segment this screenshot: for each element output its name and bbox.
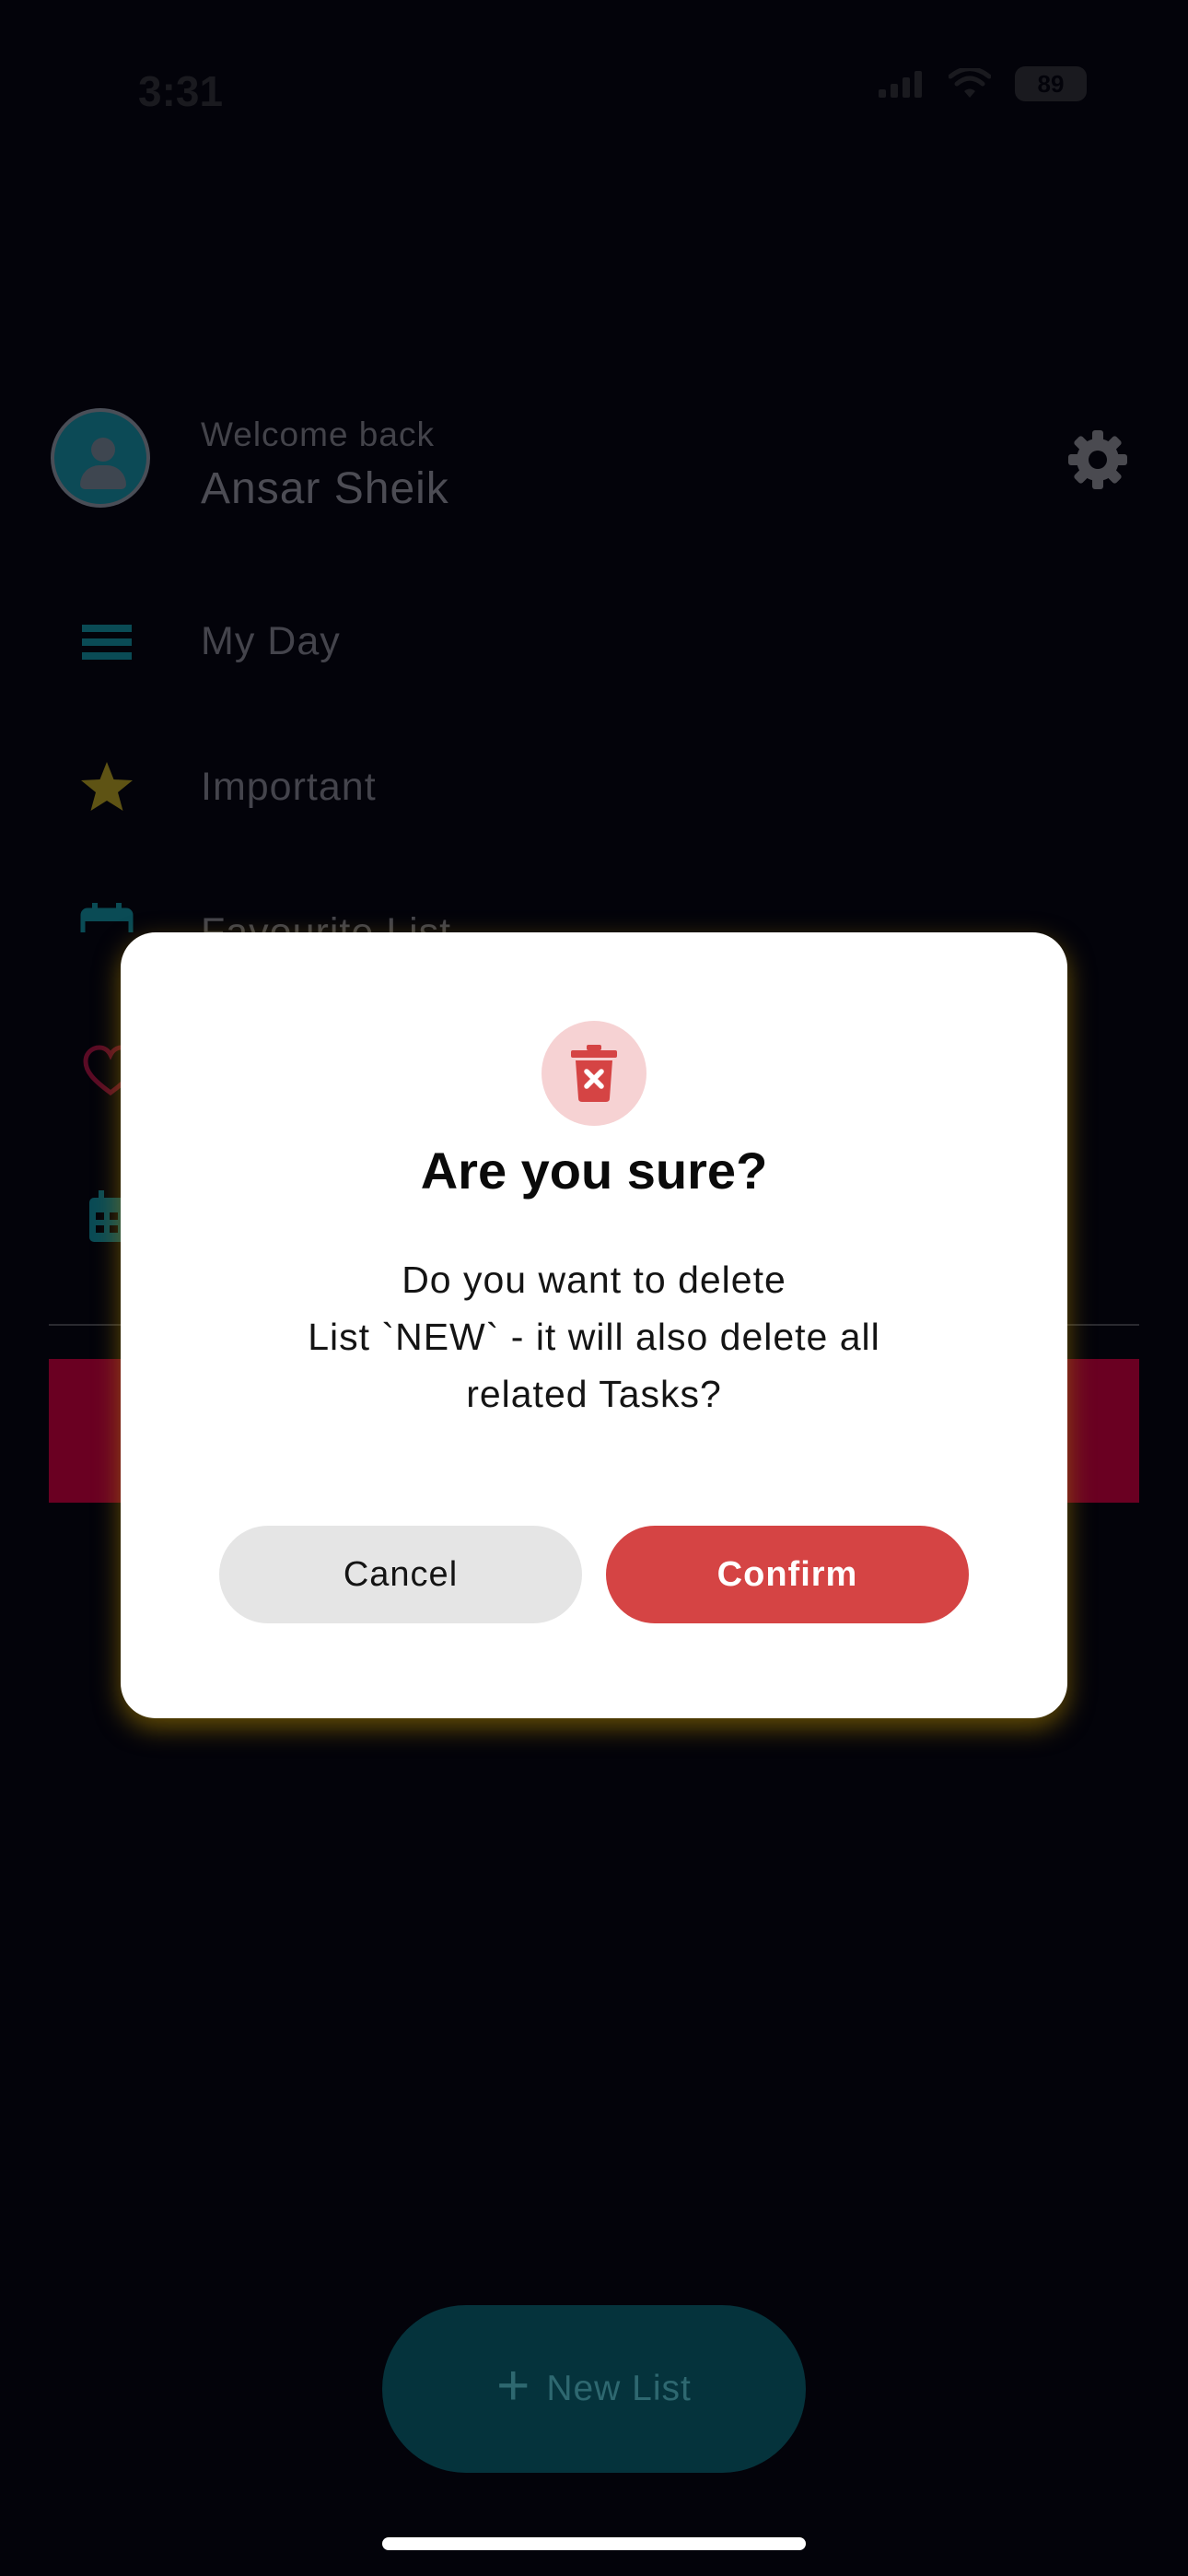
dialog-message-line: related Tasks?	[466, 1373, 722, 1415]
dialog-message-line: Do you want to delete	[402, 1259, 786, 1301]
menu-item-label: My Day	[201, 619, 341, 663]
star-icon	[81, 762, 133, 811]
menu-item-my-day[interactable]: My Day	[51, 595, 1137, 687]
gear-icon[interactable]	[1065, 427, 1131, 493]
dialog-message-line: List `NEW` - it will also delete all	[308, 1316, 880, 1358]
wifi-icon	[949, 68, 991, 98]
signal-icon	[879, 70, 925, 98]
battery-indicator: 89	[1015, 66, 1087, 101]
drawer-header: Welcome back Ansar Sheik	[51, 408, 1137, 513]
menu-item-important[interactable]: Important	[51, 741, 1137, 833]
screen: 3:31 89 Welcome back Ansar Sheik My Day …	[0, 0, 1188, 2576]
cancel-button[interactable]: Cancel	[219, 1526, 582, 1623]
welcome-text: Welcome back	[201, 416, 435, 453]
menu-item-favourites[interactable]	[51, 1025, 121, 1117]
home-indicator[interactable]	[382, 2537, 806, 2550]
menu-item-label: Favourite List	[201, 910, 452, 932]
trash-icon	[571, 1045, 617, 1102]
heart-icon	[83, 1045, 121, 1096]
plus-icon: +	[496, 2354, 530, 2418]
calendar-grid-icon	[89, 1190, 121, 1242]
new-list-button[interactable]: + New List	[382, 2305, 806, 2473]
confirm-delete-dialog: Are you sure? Do you want to delete List…	[121, 932, 1067, 1718]
status-time: 3:31	[138, 67, 224, 115]
list-icon	[82, 625, 132, 660]
confirm-button[interactable]: Confirm	[606, 1526, 969, 1623]
avatar[interactable]	[51, 408, 150, 508]
user-name: Ansar Sheik	[201, 464, 449, 513]
calendar-icon	[80, 903, 134, 932]
menu-item-label: Important	[201, 765, 377, 809]
menu-item-favourite-list[interactable]: Favourite List	[51, 886, 1137, 932]
dialog-title: Are you sure?	[420, 1142, 768, 1200]
menu-item-calendar[interactable]	[51, 1170, 121, 1262]
status-icons: 89	[879, 66, 1087, 101]
delete-icon-badge	[542, 1021, 646, 1126]
new-list-label: New List	[546, 2369, 692, 2408]
